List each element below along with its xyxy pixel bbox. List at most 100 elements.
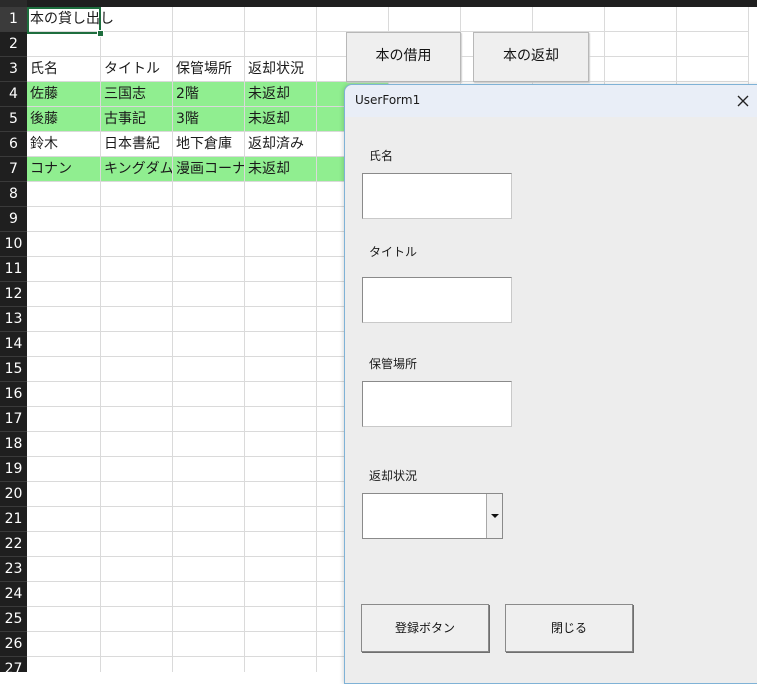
- cell[interactable]: [533, 7, 605, 32]
- cell[interactable]: 漫画コーナー: [173, 157, 245, 182]
- cell[interactable]: [27, 332, 101, 357]
- cell[interactable]: 日本書紀: [101, 132, 173, 157]
- cell[interactable]: [245, 607, 317, 632]
- cell[interactable]: [245, 657, 317, 672]
- cell[interactable]: [173, 657, 245, 672]
- row-header[interactable]: 8: [0, 182, 27, 207]
- cell[interactable]: [101, 507, 173, 532]
- cell[interactable]: 3階: [173, 107, 245, 132]
- cell[interactable]: [677, 32, 749, 57]
- cell[interactable]: [101, 7, 173, 32]
- cell[interactable]: [173, 382, 245, 407]
- row-header[interactable]: 20: [0, 482, 27, 507]
- cell[interactable]: [245, 332, 317, 357]
- cell[interactable]: [245, 582, 317, 607]
- cell[interactable]: 本の貸し出し: [27, 7, 114, 32]
- cell[interactable]: [173, 407, 245, 432]
- cell[interactable]: [27, 407, 101, 432]
- cell[interactable]: [461, 7, 533, 32]
- cell[interactable]: [173, 282, 245, 307]
- cell[interactable]: [173, 507, 245, 532]
- cell[interactable]: [245, 632, 317, 657]
- row-header[interactable]: 23: [0, 557, 27, 582]
- cell[interactable]: [245, 232, 317, 257]
- cell[interactable]: [101, 457, 173, 482]
- cell[interactable]: [27, 557, 101, 582]
- row-header[interactable]: 10: [0, 232, 27, 257]
- cell[interactable]: [245, 382, 317, 407]
- cell[interactable]: [173, 457, 245, 482]
- cell[interactable]: [27, 632, 101, 657]
- cell[interactable]: 後藤: [27, 107, 101, 132]
- cell[interactable]: [101, 632, 173, 657]
- cell[interactable]: [245, 507, 317, 532]
- cell[interactable]: [101, 657, 173, 672]
- close-button[interactable]: 閉じる: [505, 604, 633, 652]
- cell[interactable]: [101, 257, 173, 282]
- cell[interactable]: [101, 207, 173, 232]
- cell[interactable]: [101, 607, 173, 632]
- cell[interactable]: 未返却: [245, 157, 317, 182]
- cell[interactable]: [173, 432, 245, 457]
- cell[interactable]: [173, 182, 245, 207]
- cell[interactable]: [173, 307, 245, 332]
- cell[interactable]: [173, 207, 245, 232]
- cell[interactable]: [27, 282, 101, 307]
- cell[interactable]: [389, 7, 461, 32]
- cell[interactable]: [101, 532, 173, 557]
- cell[interactable]: [101, 382, 173, 407]
- return-book-button[interactable]: 本の返却: [473, 32, 589, 82]
- cell[interactable]: [27, 657, 101, 672]
- cell[interactable]: [27, 232, 101, 257]
- cell[interactable]: [27, 607, 101, 632]
- cell[interactable]: 返却状況: [245, 57, 317, 82]
- cell[interactable]: [173, 632, 245, 657]
- cell[interactable]: [245, 457, 317, 482]
- cell[interactable]: [101, 32, 173, 57]
- cell[interactable]: [101, 282, 173, 307]
- cell[interactable]: 古事記: [101, 107, 173, 132]
- cell[interactable]: 未返却: [245, 82, 317, 107]
- cell[interactable]: [27, 182, 101, 207]
- cell[interactable]: [101, 332, 173, 357]
- row-header[interactable]: 15: [0, 357, 27, 382]
- row-header[interactable]: 6: [0, 132, 27, 157]
- row-header[interactable]: 27: [0, 657, 27, 672]
- cell[interactable]: [245, 557, 317, 582]
- row-header[interactable]: 13: [0, 307, 27, 332]
- cell[interactable]: 鈴木: [27, 132, 101, 157]
- cell[interactable]: 氏名: [27, 57, 101, 82]
- row-header[interactable]: 1: [0, 7, 27, 32]
- cell[interactable]: [173, 32, 245, 57]
- borrow-book-button[interactable]: 本の借用: [346, 32, 461, 82]
- cell[interactable]: [101, 557, 173, 582]
- row-header[interactable]: 9: [0, 207, 27, 232]
- cell[interactable]: [101, 582, 173, 607]
- cell[interactable]: [245, 482, 317, 507]
- cell[interactable]: [101, 482, 173, 507]
- cell[interactable]: [27, 382, 101, 407]
- cell[interactable]: [27, 582, 101, 607]
- cell[interactable]: [245, 207, 317, 232]
- cell[interactable]: [677, 7, 749, 32]
- cell[interactable]: [173, 232, 245, 257]
- name-field[interactable]: [362, 173, 512, 219]
- fill-handle[interactable]: [97, 30, 104, 37]
- cell[interactable]: [101, 357, 173, 382]
- cell[interactable]: [173, 257, 245, 282]
- location-field[interactable]: [362, 381, 512, 427]
- row-header[interactable]: 2: [0, 32, 27, 57]
- cell[interactable]: [245, 532, 317, 557]
- cell[interactable]: [173, 482, 245, 507]
- row-header[interactable]: 19: [0, 457, 27, 482]
- cell[interactable]: [173, 607, 245, 632]
- close-icon[interactable]: [733, 91, 753, 111]
- cell[interactable]: キングダム: [101, 157, 173, 182]
- row-header[interactable]: 5: [0, 107, 27, 132]
- cell[interactable]: [27, 457, 101, 482]
- row-header[interactable]: 22: [0, 532, 27, 557]
- cell[interactable]: [173, 532, 245, 557]
- cell[interactable]: [173, 7, 245, 32]
- cell[interactable]: [27, 32, 101, 57]
- cell[interactable]: [245, 307, 317, 332]
